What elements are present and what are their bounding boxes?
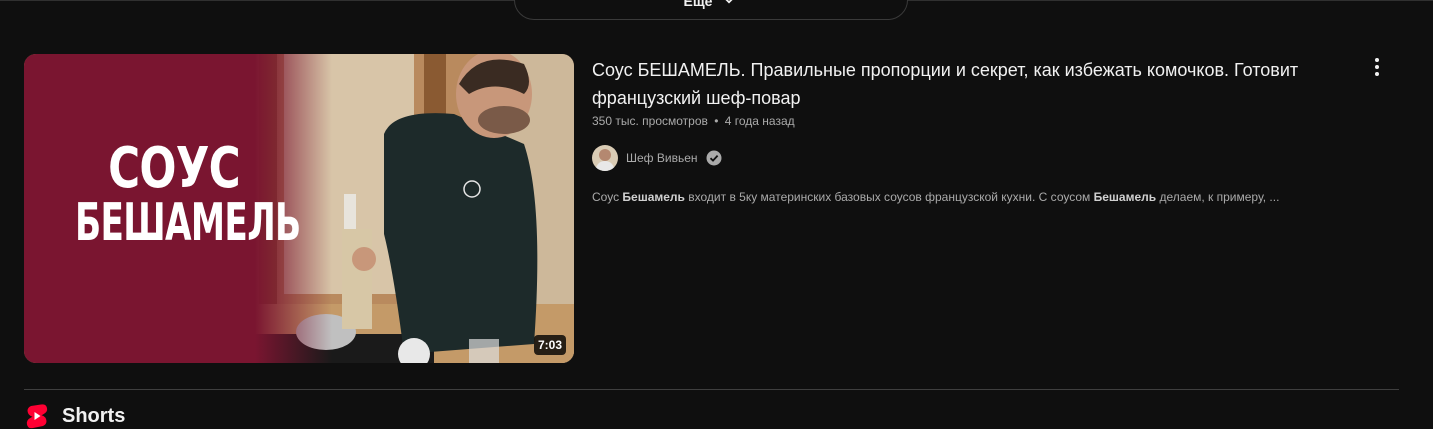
more-vert-icon [1375,58,1379,76]
meta-separator: • [714,114,719,128]
video-title-link[interactable]: Соус БЕШАМЕЛЬ. Правильные пропорции и се… [592,56,1332,112]
show-more-button[interactable]: Еще [514,0,908,20]
video-duration-badge: 7:03 [533,335,566,355]
channel-info: Шеф Вивьен [592,145,722,171]
chevron-down-icon [725,0,733,4]
shorts-logo-icon [26,404,48,429]
show-more-label: Еще [683,0,713,9]
video-thumbnail[interactable]: СОУС БЕШАМЕЛЬ 7:03 [24,54,574,363]
section-divider [24,389,1399,390]
video-description-snippet: Соус Бешамель входит в 5ку материнских б… [592,190,1280,204]
channel-avatar[interactable] [592,145,618,171]
verified-check-icon [706,150,722,166]
upload-age: 4 года назад [724,114,795,128]
video-action-menu-button[interactable] [1364,54,1390,80]
video-metadata: 350 тыс. просмотров • 4 года назад [592,114,795,128]
shorts-shelf-header: Shorts [26,403,125,429]
channel-name-link[interactable]: Шеф Вивьен [626,151,698,165]
shelf-title: Shorts [62,404,126,427]
view-count: 350 тыс. просмотров [592,114,708,128]
thumbnail-title-text: СОУС БЕШАМЕЛЬ [74,136,301,253]
